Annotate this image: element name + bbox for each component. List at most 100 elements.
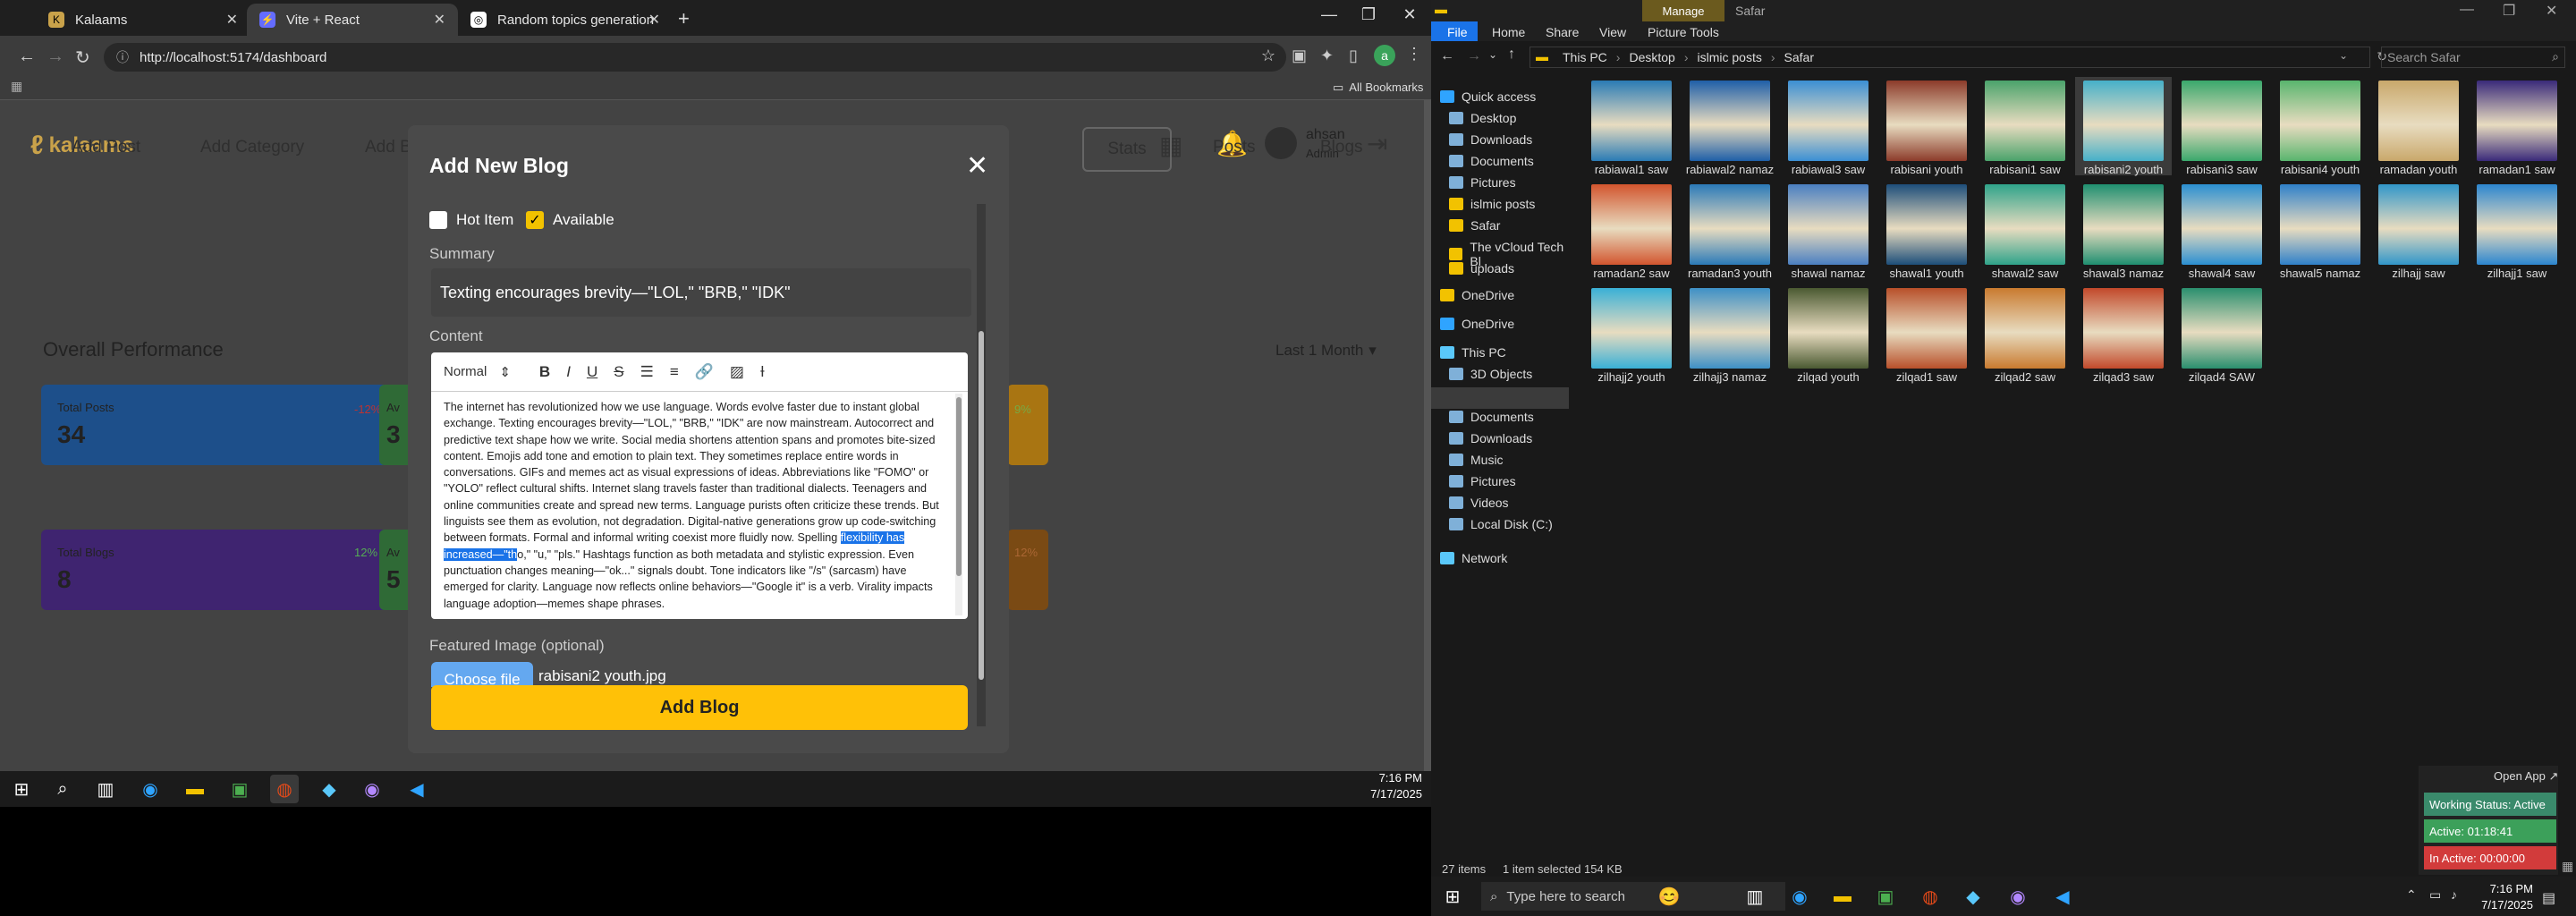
windows-start-icon[interactable]: ⊞ (1438, 882, 1467, 911)
nav-item[interactable]: Pictures (1449, 474, 1516, 488)
add-blog-button[interactable]: Add Blog (431, 685, 968, 730)
nav-item[interactable]: Safar (1449, 218, 1500, 233)
editor-content[interactable]: The internet has revolutionized how we u… (444, 399, 941, 614)
minimize-icon[interactable]: — (2460, 2, 2474, 18)
breadcrumb-this-pc[interactable]: This PC (1563, 50, 1607, 64)
ribbon-tab-share[interactable]: Share (1546, 25, 1579, 39)
breadcrumb-islmic-posts[interactable]: islmic posts (1698, 50, 1762, 64)
file-item[interactable]: rabiawal3 saw (1780, 77, 1877, 176)
user-avatar[interactable] (1265, 127, 1297, 159)
file-item[interactable]: zilhajj saw (2370, 181, 2467, 280)
search-icon[interactable]: ⌕ (48, 775, 77, 803)
nav-item[interactable]: Downloads (1449, 132, 1532, 147)
address-bar[interactable]: ⓘ http://localhost:5174/dashboard ☆ (104, 43, 1286, 72)
nav-item[interactable]: This PC (1440, 345, 1506, 360)
all-bookmarks[interactable]: ▭ All Bookmarks (1333, 81, 1423, 95)
file-item[interactable]: ramadan2 saw (1583, 181, 1680, 280)
ribbon-tab-file[interactable]: File (1447, 25, 1468, 39)
file-item[interactable]: shawal1 youth (1878, 181, 1975, 280)
network-tray-icon[interactable]: ▭ (2429, 887, 2441, 903)
github-desktop-icon[interactable]: ◉ (2004, 882, 2032, 911)
store-icon[interactable]: ▣ (1871, 882, 1900, 911)
reload-icon[interactable]: ↻ (75, 47, 90, 69)
nav-item[interactable]: uploads (1449, 261, 1514, 276)
underline-icon[interactable]: U (587, 363, 597, 381)
close-icon[interactable]: ✕ (648, 11, 660, 29)
format-select[interactable]: Normal ⇕ (444, 364, 511, 380)
profile-avatar[interactable]: a (1374, 45, 1395, 66)
close-window-icon[interactable]: ✕ (2546, 2, 2557, 20)
file-explorer-icon[interactable]: ▬ (181, 775, 209, 803)
file-item[interactable]: zilhajj3 namaz (1682, 284, 1778, 384)
file-item[interactable]: zilqad3 saw (2075, 284, 2172, 384)
task-view-icon[interactable]: ▥ (1741, 882, 1769, 911)
tray-chevron-icon[interactable]: ⌃ (2406, 887, 2417, 903)
link-icon[interactable]: 🔗 (695, 363, 714, 381)
file-item[interactable]: rabisani1 saw (1977, 77, 2073, 176)
nav-item[interactable]: Desktop (1449, 111, 1516, 125)
store-icon[interactable]: ▣ (225, 775, 254, 803)
file-item[interactable]: ramadan3 youth (1682, 181, 1778, 280)
maximize-icon[interactable]: ❐ (1351, 5, 1386, 24)
apps-icon[interactable]: ▦ (11, 79, 22, 94)
site-info-icon[interactable]: ⓘ (116, 48, 129, 66)
sidebar-icon[interactable]: ▯ (1349, 47, 1358, 65)
thumbnail-view-icon[interactable]: ▦ (2562, 859, 2573, 874)
tab-posts[interactable]: Posts (1213, 138, 1256, 157)
nav-item[interactable]: Music (1449, 453, 1504, 467)
back-icon[interactable]: ← (1440, 48, 1454, 64)
file-item[interactable]: shawal2 saw (1977, 181, 2073, 280)
open-app-link[interactable]: Open App ↗ (2494, 769, 2558, 784)
vscode-blue-icon[interactable]: ◆ (315, 775, 343, 803)
nav-item[interactable]: Network (1440, 551, 1507, 565)
file-item[interactable]: shawal4 saw (2174, 181, 2270, 280)
extension-icon[interactable]: ▣ (1292, 47, 1307, 65)
file-item[interactable]: zilqad youth (1780, 284, 1877, 384)
ribbon-tab-picture-tools[interactable]: Picture Tools (1648, 25, 1719, 39)
editor-scroll-thumb[interactable] (956, 397, 962, 576)
new-tab-button[interactable]: + (678, 7, 690, 30)
nav-item[interactable]: 3D Objects (1449, 367, 1532, 381)
file-item[interactable]: ramadan youth (2370, 77, 2467, 176)
tab-random-topics[interactable]: ◎ Random topics generation ✕ (458, 4, 673, 36)
emoji-icon[interactable]: 😊 (1655, 882, 1683, 911)
image-icon[interactable]: ▨ (730, 363, 744, 381)
breadcrumb-desktop[interactable]: Desktop (1629, 50, 1674, 64)
editor-scrollbar[interactable] (955, 394, 962, 615)
nav-item[interactable]: Documents (1449, 410, 1534, 424)
maximize-icon[interactable]: ❐ (2503, 2, 2515, 20)
recent-chevron-icon[interactable]: ⌄ (1488, 48, 1497, 61)
close-window-icon[interactable]: ✕ (1392, 5, 1428, 24)
tab-kalaams[interactable]: K Kalaams ✕ (36, 4, 250, 36)
task-view-icon[interactable]: ▥ (91, 775, 120, 803)
vscode-icon[interactable]: ◀ (2048, 882, 2077, 911)
strikethrough-icon[interactable]: S (614, 363, 623, 381)
nav-item[interactable]: islmic posts (1449, 197, 1535, 211)
edge-icon[interactable]: ◉ (1785, 882, 1814, 911)
edge-icon[interactable]: ◉ (136, 775, 165, 803)
github-desktop-icon[interactable]: ◉ (358, 775, 386, 803)
nav-item[interactable]: Quick access (1440, 89, 1536, 104)
nav-add-category[interactable]: Add Category (200, 138, 304, 157)
summary-input[interactable]: Texting encourages brevity—"LOL," "BRB,"… (431, 268, 971, 317)
address-bar[interactable]: ▬ This PC › Desktop › islmic posts › Safar … (1530, 47, 2387, 68)
file-item[interactable]: zilhajj2 youth (1583, 284, 1680, 384)
available-checkbox[interactable]: ✓ Available (526, 211, 614, 229)
italic-icon[interactable]: I (566, 363, 571, 381)
file-item[interactable]: rabiawal2 namaz (1682, 77, 1778, 176)
chevron-down-icon[interactable]: ⌄ (2339, 49, 2348, 62)
file-item[interactable]: ramadan1 saw (2469, 77, 2565, 176)
notification-icon[interactable]: ▤ (2542, 889, 2555, 907)
file-item[interactable]: rabisani3 saw (2174, 77, 2270, 176)
tab-stats[interactable]: Stats (1082, 127, 1172, 172)
bookmark-star-icon[interactable]: ☆ (1261, 47, 1275, 65)
minimize-icon[interactable]: — (1311, 5, 1347, 24)
file-input[interactable]: Choose file rabisani2 youth.jpg (431, 662, 968, 687)
search-input[interactable]: Search Safar ⌕ (2381, 47, 2565, 68)
nav-add-post[interactable]: Add Post (72, 138, 140, 157)
file-item[interactable]: rabisani youth (1878, 77, 1975, 176)
up-icon[interactable]: ↑ (1508, 47, 1515, 63)
file-item[interactable]: shawal3 namaz (2075, 181, 2172, 280)
volume-icon[interactable]: ♪ (2451, 887, 2457, 902)
windows-start-icon[interactable]: ⊞ (7, 775, 36, 803)
